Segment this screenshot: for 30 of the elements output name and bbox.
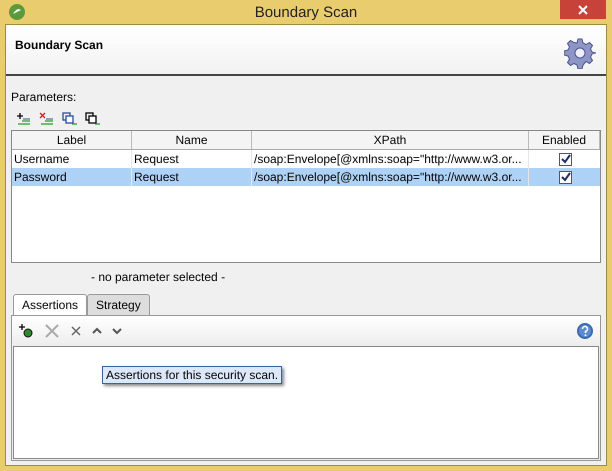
table-cell: Password bbox=[12, 168, 132, 186]
help-icon[interactable] bbox=[576, 322, 594, 340]
tab[interactable]: Assertions bbox=[13, 294, 88, 315]
delete-icon[interactable] bbox=[70, 325, 82, 337]
column-header[interactable]: Label bbox=[12, 131, 132, 149]
parameters-label: Parameters: bbox=[11, 90, 78, 104]
tab[interactable]: Strategy bbox=[87, 294, 150, 315]
selection-status: - no parameter selected - bbox=[91, 270, 226, 284]
close-button[interactable] bbox=[560, 0, 606, 19]
enabled-checkbox[interactable] bbox=[559, 170, 572, 184]
enabled-checkbox[interactable] bbox=[559, 152, 572, 166]
column-header[interactable]: Name bbox=[132, 131, 252, 149]
move-up-icon[interactable] bbox=[92, 327, 102, 335]
add-assertion-icon[interactable] bbox=[18, 323, 34, 339]
header-title: Boundary Scan bbox=[15, 38, 104, 52]
remove-parameter-icon[interactable] bbox=[39, 112, 55, 126]
settings-icon[interactable] bbox=[564, 37, 596, 69]
table-row[interactable]: Password Request /soap:Envelope[@xmlns:soap="http://www.w3.or... bbox=[12, 168, 600, 186]
close-icon bbox=[578, 4, 588, 14]
copy-parameter-icon[interactable] bbox=[62, 112, 78, 126]
add-parameter-icon[interactable] bbox=[16, 112, 32, 126]
column-header[interactable]: XPath bbox=[252, 131, 529, 149]
column-header[interactable]: Enabled bbox=[529, 131, 600, 149]
table-cell: /soap:Envelope[@xmlns:soap="http://www.w3.or... bbox=[252, 168, 529, 186]
tooltip: Assertions for this security scan. bbox=[102, 366, 282, 384]
window-title: Boundary Scan bbox=[254, 4, 358, 20]
app-logo-icon bbox=[8, 3, 26, 21]
move-down-icon[interactable] bbox=[112, 327, 122, 335]
clone-parameter-icon[interactable] bbox=[85, 112, 101, 126]
table-cell: Request bbox=[132, 168, 252, 186]
